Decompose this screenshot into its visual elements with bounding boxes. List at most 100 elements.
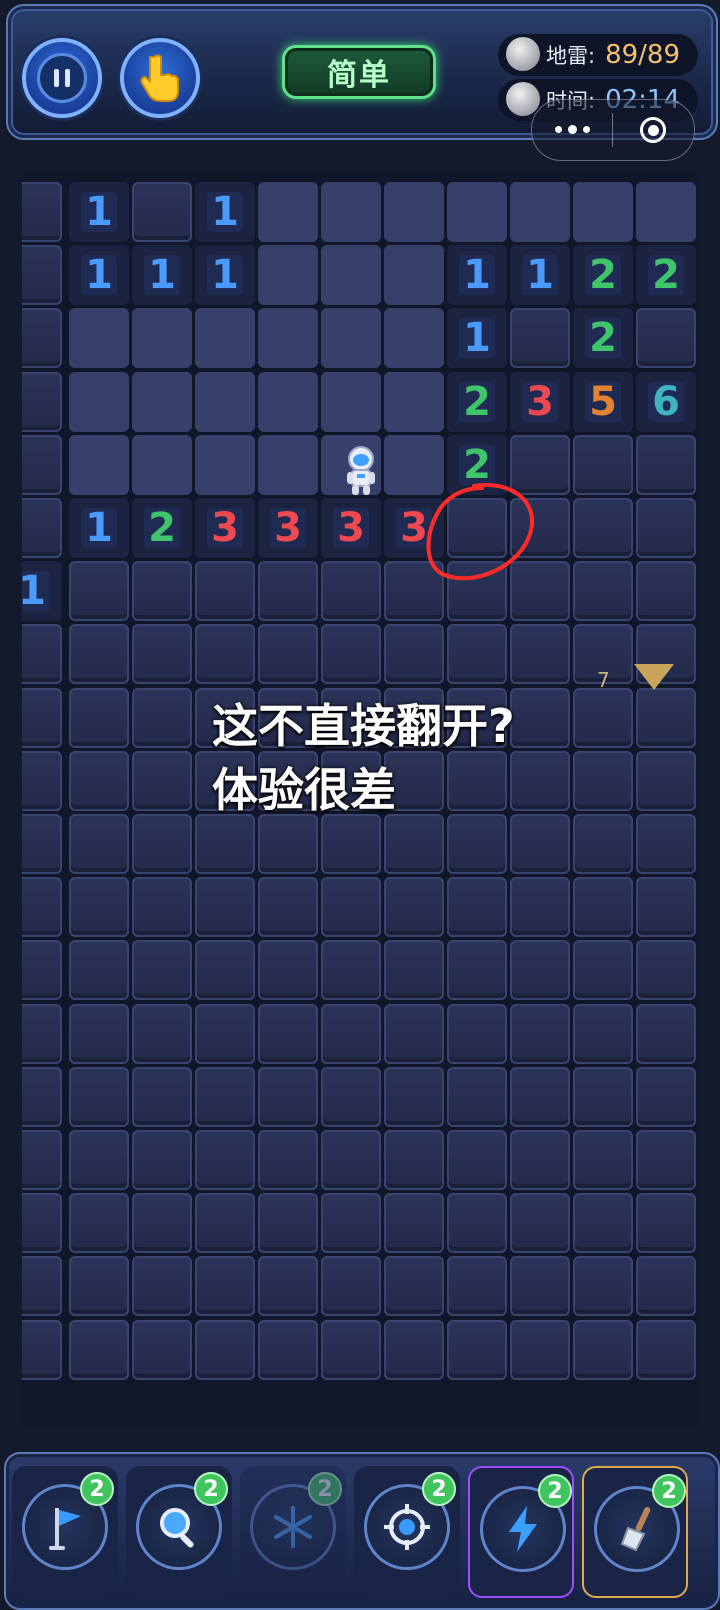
cell-hidden[interactable] [573,940,633,1001]
cell-hidden[interactable] [22,245,62,306]
cell-hidden[interactable] [69,1130,129,1190]
cell-hidden[interactable] [510,750,570,811]
cell-hidden[interactable] [69,814,129,874]
cell-hidden[interactable] [69,1193,129,1254]
difficulty-button[interactable]: 简单 [282,45,436,99]
cell-number[interactable]: 1 [69,182,129,242]
cell-hidden[interactable] [22,687,62,748]
cell-hidden[interactable] [321,561,381,622]
cell-hidden[interactable] [69,750,129,811]
cell-hidden[interactable] [573,1319,633,1380]
cell-hidden[interactable] [22,1003,62,1064]
cell-hidden[interactable] [132,1130,192,1190]
cell-hidden[interactable] [636,1003,696,1064]
cell-revealed[interactable] [384,182,444,242]
shovel-tool-button[interactable]: 2 [582,1466,688,1598]
cell-hidden[interactable] [22,1193,62,1254]
cell-number[interactable]: 5 [573,371,633,432]
hint-hand-button[interactable] [120,38,200,118]
cell-hidden[interactable] [195,1066,255,1127]
cell-hidden[interactable] [22,814,62,874]
cell-revealed[interactable] [321,371,381,432]
cell-hidden[interactable] [69,561,129,622]
cell-hidden[interactable] [510,877,570,938]
cell-hidden[interactable] [132,687,192,748]
cell-hidden[interactable] [321,1319,381,1380]
cell-hidden[interactable] [69,877,129,938]
cell-hidden[interactable] [573,498,633,558]
cell-hidden[interactable] [573,434,633,495]
cell-hidden[interactable] [22,940,62,1001]
cell-hidden[interactable] [573,561,633,622]
cell-hidden[interactable] [321,877,381,938]
cell-hidden[interactable] [510,1130,570,1190]
cell-hidden[interactable] [510,1256,570,1317]
cell-hidden[interactable] [321,1256,381,1317]
cell-hidden[interactable] [573,1256,633,1317]
cell-number[interactable]: 1 [195,245,255,306]
cell-hidden[interactable] [22,434,62,495]
cell-hidden[interactable] [69,1003,129,1064]
cell-hidden[interactable] [132,1066,192,1127]
cell-hidden[interactable] [384,1003,444,1064]
cell-revealed[interactable] [573,182,633,242]
cell-hidden[interactable] [132,1193,192,1254]
cell-hidden[interactable] [573,1066,633,1127]
cell-number[interactable]: 1 [447,245,507,306]
cell-hidden[interactable] [384,1066,444,1127]
cell-hidden[interactable] [447,1066,507,1127]
cell-hidden[interactable] [321,1193,381,1254]
target-tool-button[interactable]: 2 [354,1466,460,1598]
cell-hidden[interactable] [69,687,129,748]
cell-hidden[interactable] [636,308,696,369]
cell-revealed[interactable] [195,308,255,369]
cell-hidden[interactable] [636,687,696,748]
cell-hidden[interactable] [447,624,507,685]
cell-hidden[interactable] [195,624,255,685]
cell-hidden[interactable] [447,940,507,1001]
cell-number[interactable]: 1 [132,245,192,306]
cell-hidden[interactable] [636,750,696,811]
cell-hidden[interactable] [22,877,62,938]
cell-revealed[interactable] [69,371,129,432]
cell-hidden[interactable] [22,1130,62,1190]
cell-hidden[interactable] [636,1193,696,1254]
cell-number[interactable]: 1 [69,498,129,558]
cell-revealed[interactable] [384,371,444,432]
cell-hidden[interactable] [321,1130,381,1190]
cell-hidden[interactable] [69,940,129,1001]
cell-hidden[interactable] [447,877,507,938]
cell-hidden[interactable] [573,877,633,938]
cell-hidden[interactable] [258,1066,318,1127]
cell-hidden[interactable] [195,814,255,874]
cell-hidden[interactable] [573,750,633,811]
more-menu-button[interactable] [532,125,612,134]
cell-hidden[interactable] [258,1319,318,1380]
cell-revealed[interactable] [384,308,444,369]
cell-revealed[interactable] [384,245,444,306]
cell-hidden[interactable] [22,624,62,685]
cell-number[interactable]: 2 [573,308,633,369]
magnifier-tool-button[interactable]: 2 [126,1466,232,1598]
cell-hidden[interactable] [258,1193,318,1254]
cell-hidden[interactable] [510,624,570,685]
cell-hidden[interactable] [384,940,444,1001]
cell-number[interactable]: 1 [510,245,570,306]
cell-hidden[interactable] [510,1066,570,1127]
cell-hidden[interactable] [258,561,318,622]
cell-hidden[interactable] [447,1193,507,1254]
cell-hidden[interactable] [636,498,696,558]
cell-hidden[interactable] [132,182,192,242]
cell-hidden[interactable] [636,561,696,622]
cell-revealed[interactable] [69,434,129,495]
cell-hidden[interactable] [258,1256,318,1317]
cell-hidden[interactable] [573,1193,633,1254]
cell-revealed[interactable] [321,245,381,306]
cell-hidden[interactable] [195,1319,255,1380]
cell-hidden[interactable] [195,1003,255,1064]
cell-number[interactable]: 1 [195,182,255,242]
cell-hidden[interactable] [636,434,696,495]
cell-hidden[interactable] [195,940,255,1001]
cell-revealed[interactable] [636,182,696,242]
cell-revealed[interactable] [258,182,318,242]
